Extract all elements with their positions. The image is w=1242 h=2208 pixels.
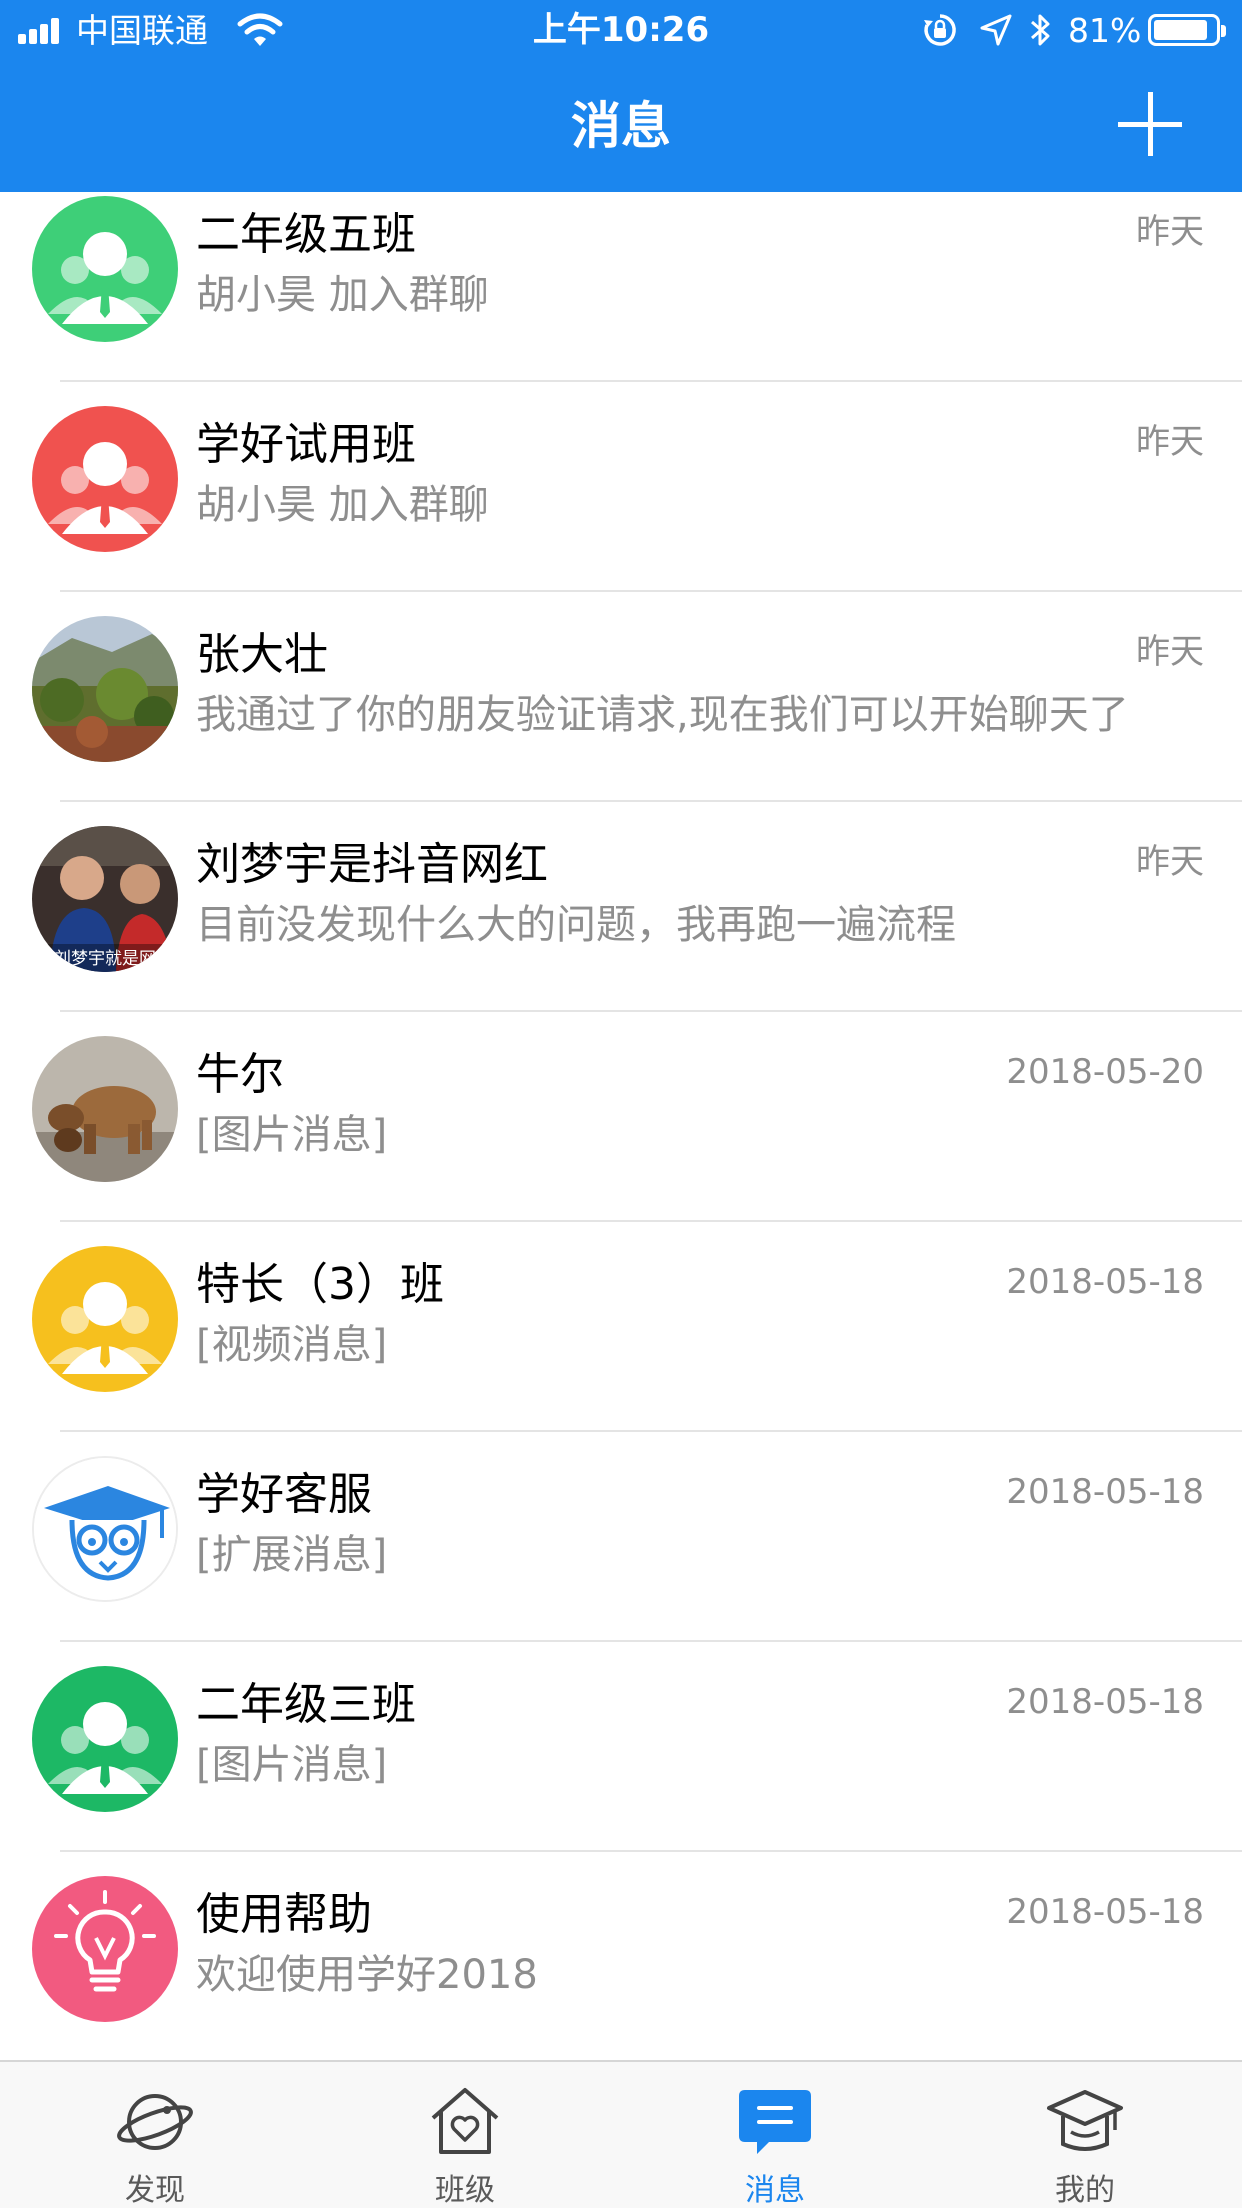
battery-percent: 81%: [1068, 11, 1142, 50]
tab-label: 发现: [125, 2173, 185, 2208]
chat-bubble-icon: [739, 2090, 811, 2154]
tab-bar: 发现 班级 消息 我的: [0, 2060, 1242, 2208]
conversation-preview: 欢迎使用学好2018: [196, 1952, 538, 1998]
conversation-row[interactable]: 使用帮助 欢迎使用学好2018 2018-05-18: [0, 1852, 1242, 2060]
group-avatar: [32, 196, 178, 342]
graduation-cap-icon: [1047, 2090, 1123, 2151]
conversation-name: 使用帮助: [196, 1889, 372, 1940]
conversation-row[interactable]: 张大壮 我通过了你的朋友验证请求,现在我们可以开始聊天了 昨天: [0, 592, 1242, 802]
conversation-time: 昨天: [1136, 212, 1204, 252]
lightbulb-avatar: [32, 1876, 178, 2022]
conversation-preview: [视频消息]: [196, 1322, 388, 1368]
conversation-row[interactable]: 刘梦宇就是网 刘梦宇是抖音网红 目前没发现什么大的问题，我再跑一遍流程 昨天: [0, 802, 1242, 1012]
conversation-row[interactable]: 二年级五班 胡小昊 加入群聊 昨天: [0, 192, 1242, 382]
tab-messages[interactable]: 消息: [620, 2062, 930, 2208]
conversation-name: 学好客服: [196, 1469, 372, 1520]
conversation-time: 昨天: [1136, 632, 1204, 672]
conversation-preview: [图片消息]: [196, 1112, 388, 1158]
conversation-name: 牛尔: [196, 1049, 284, 1100]
rotation-lock-icon: [924, 14, 956, 46]
tab-discover[interactable]: 发现: [0, 2062, 310, 2208]
location-arrow-icon: [980, 14, 1012, 46]
conversation-preview: 目前没发现什么大的问题，我再跑一遍流程: [196, 902, 956, 948]
house-heart-icon: [431, 2088, 499, 2154]
conversation-time: 2018-05-18: [1006, 1472, 1204, 1512]
bear-photo-avatar: [32, 1036, 178, 1182]
landscape-photo-avatar: [32, 616, 178, 762]
conversation-preview: [图片消息]: [196, 1742, 388, 1788]
conversation-name: 特长（3）班: [196, 1259, 444, 1310]
add-button[interactable]: [1118, 92, 1182, 156]
battery-icon: [1148, 14, 1226, 46]
page-title: 消息: [571, 97, 671, 155]
conversation-row[interactable]: 特长（3）班 [视频消息] 2018-05-18: [0, 1222, 1242, 1432]
conversation-name: 张大壮: [196, 629, 328, 680]
avatar-caption: 刘梦宇就是网: [54, 949, 156, 969]
conversation-time: 2018-05-18: [1006, 1682, 1204, 1722]
tab-label: 我的: [1055, 2173, 1115, 2208]
conversation-preview: [扩展消息]: [196, 1532, 388, 1578]
group-avatar: [32, 406, 178, 552]
bluetooth-icon: [1031, 14, 1050, 46]
status-bar: 中国联通 上午10:26 81%: [0, 0, 1242, 62]
mascot-avatar: [32, 1456, 178, 1602]
tab-class[interactable]: 班级: [310, 2062, 620, 2208]
conversation-name: 二年级五班: [196, 209, 416, 260]
conversation-name: 刘梦宇是抖音网红: [196, 839, 548, 890]
tab-label: 班级: [435, 2173, 495, 2208]
conversation-time: 2018-05-18: [1006, 1262, 1204, 1302]
conversation-row[interactable]: 二年级三班 [图片消息] 2018-05-18: [0, 1642, 1242, 1852]
conversation-time: 昨天: [1136, 422, 1204, 462]
conversation-name: 二年级三班: [196, 1679, 416, 1730]
conversation-row[interactable]: 牛尔 [图片消息] 2018-05-20: [0, 1012, 1242, 1222]
group-avatar: [32, 1666, 178, 1812]
group-avatar: [32, 1246, 178, 1392]
conversation-time: 昨天: [1136, 842, 1204, 882]
conversation-row[interactable]: 学好客服 [扩展消息] 2018-05-18: [0, 1432, 1242, 1642]
planet-icon: [117, 2094, 193, 2150]
conversation-row[interactable]: 学好试用班 胡小昊 加入群聊 昨天: [0, 382, 1242, 592]
conversation-time: 2018-05-20: [1006, 1052, 1204, 1092]
people-photo-avatar: 刘梦宇就是网: [32, 826, 178, 972]
conversation-preview: 我通过了你的朋友验证请求,现在我们可以开始聊天了: [196, 692, 1129, 738]
conversation-preview: 胡小昊 加入群聊: [196, 272, 489, 318]
conversation-time: 2018-05-18: [1006, 1892, 1204, 1932]
tab-label: 消息: [745, 2173, 805, 2208]
conversation-list[interactable]: 二年级五班 胡小昊 加入群聊 昨天 学好试用班 胡小昊 加入群聊 昨天 张大壮 …: [0, 192, 1242, 2060]
conversation-name: 学好试用班: [196, 419, 416, 470]
tab-me[interactable]: 我的: [930, 2062, 1240, 2208]
conversation-preview: 胡小昊 加入群聊: [196, 482, 489, 528]
top-bar: 中国联通 上午10:26 81% 消息: [0, 0, 1242, 192]
